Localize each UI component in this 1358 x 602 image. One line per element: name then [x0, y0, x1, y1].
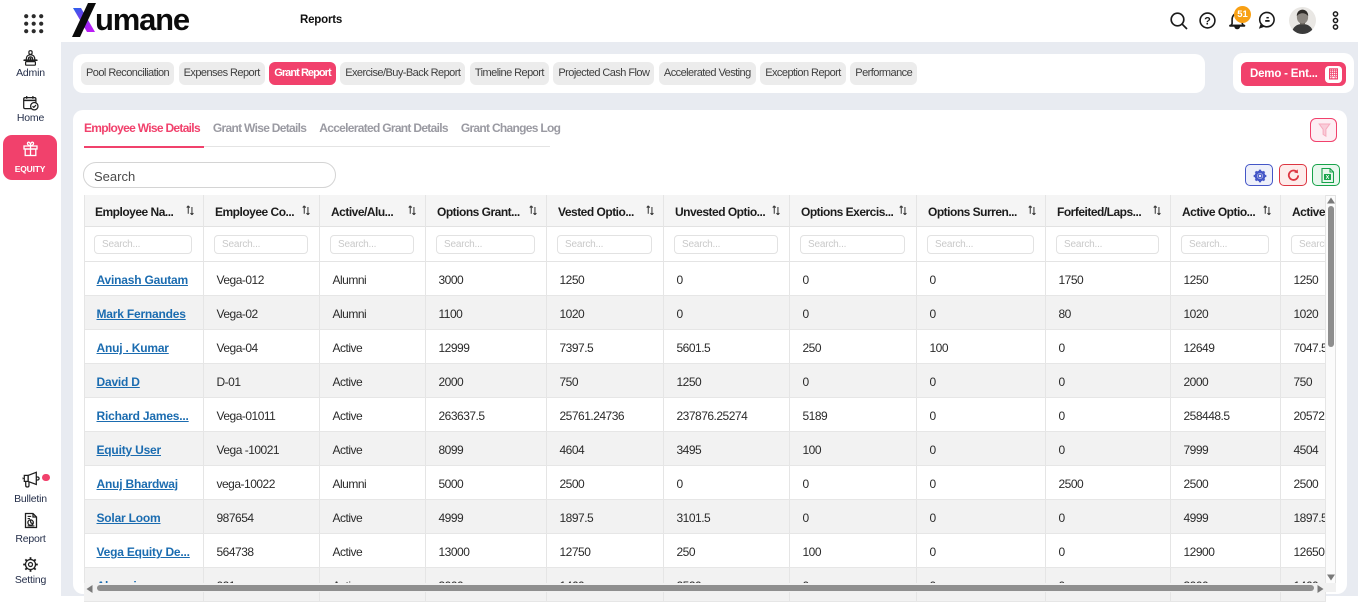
svg-text:X: X	[1326, 175, 1330, 181]
svg-text:?: ?	[1204, 15, 1211, 27]
